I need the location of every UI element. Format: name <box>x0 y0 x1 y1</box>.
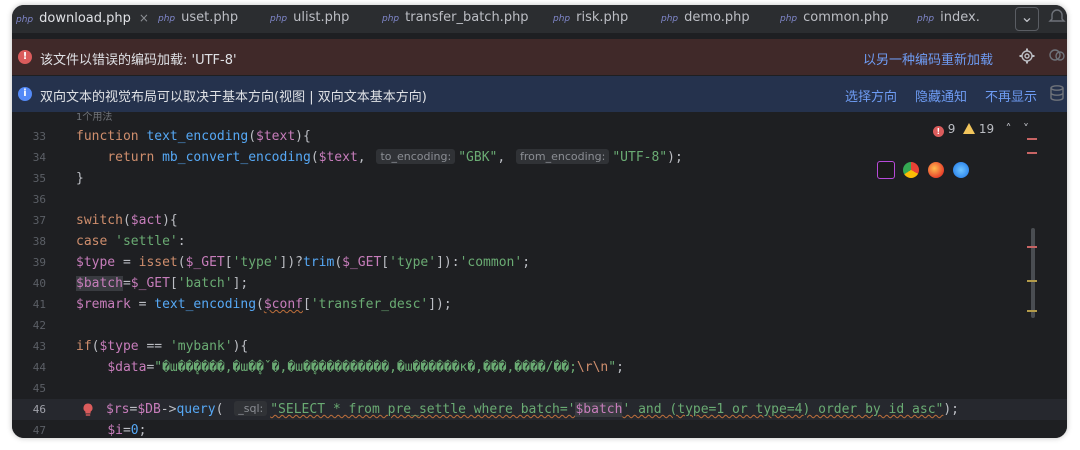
code-text: $batch=$_GET['batch']; <box>76 276 249 291</box>
php-file-icon: php <box>917 14 935 24</box>
param-hint: _sql: <box>234 401 268 416</box>
code-text: $data="�ա��ܷ����,�ա�ܷ�ˇ�,�ա�ܷ����������,… <box>107 360 624 375</box>
line-number: 44 <box>32 361 46 374</box>
code-text: $remark = text_encoding($conf['transfer_… <box>76 297 452 312</box>
tab-transfer-batch-php[interactable]: php transfer_batch.php <box>382 5 529 33</box>
line-number: 38 <box>32 235 46 248</box>
line-number: 40 <box>32 277 46 290</box>
line-number: 36 <box>32 193 46 206</box>
tab-label: common.php <box>803 10 889 25</box>
editor-tab-bar: php download.php × php uset.php php ulist.ph… <box>12 5 1067 34</box>
line-number: 33 <box>32 130 46 143</box>
tab-label: ulist.php <box>293 10 350 25</box>
code-line: 37 switch($act){ <box>12 210 1067 231</box>
encoding-error-banner: ! 该文件以错误的编码加载: 'UTF-8' 以另一种编码重新加载 <box>12 39 1067 75</box>
code-line: 47 $i=0; <box>12 420 1067 438</box>
error-marker[interactable] <box>1027 138 1037 140</box>
line-number: 42 <box>32 319 46 332</box>
code-line: 38 case 'settle': <box>12 231 1067 252</box>
tab-label: download.php <box>39 11 131 26</box>
usage-hint[interactable]: 1个用法 <box>76 112 112 124</box>
info-icon: i <box>18 87 32 101</box>
code-text: if($type == 'mybank'){ <box>76 339 249 354</box>
error-banner-text: 该文件以错误的编码加载: 'UTF-8' <box>40 53 237 68</box>
code-text: case 'settle': <box>76 234 186 249</box>
dont-show-again-link[interactable]: 不再显示 <box>985 86 1037 105</box>
param-hint: from_encoding: <box>516 149 610 164</box>
param-hint: to_encoding: <box>376 149 456 164</box>
database-icon[interactable] <box>1048 84 1066 102</box>
ai-assistant-icon[interactable] <box>1048 46 1066 64</box>
line-number: 39 <box>32 256 46 269</box>
tab-uset-php[interactable]: php uset.php <box>158 5 238 33</box>
code-line: 36 <box>12 189 1067 210</box>
error-marker[interactable] <box>1027 152 1037 154</box>
scrollbar-thumb[interactable] <box>1031 228 1035 318</box>
php-file-icon: php <box>158 14 176 24</box>
bidi-info-banner: i 双向文本的视觉布局可以取决于基本方向(视图 | 双向文本基本方向) 选择方向… <box>12 76 1067 112</box>
tab-label: uset.php <box>181 10 239 25</box>
editor-scrollbar[interactable] <box>1027 112 1037 438</box>
reload-encoding-link[interactable]: 以另一种编码重新加载 <box>863 49 993 68</box>
line-number: 35 <box>32 172 46 185</box>
php-file-icon: php <box>382 14 400 24</box>
code-text: } <box>76 171 84 186</box>
warning-marker[interactable] <box>1027 280 1037 282</box>
code-editor[interactable]: 1个用法 ! 9 19 ˄ ˅ 33 function text_encodin… <box>12 112 1067 438</box>
line-number: 34 <box>32 151 46 164</box>
hide-notification-link[interactable]: 隐藏通知 <box>915 86 967 105</box>
error-icon: ! <box>18 50 32 64</box>
tab-label: demo.php <box>684 10 750 25</box>
right-tool-rail <box>1040 0 1080 450</box>
php-file-icon: php <box>270 14 288 24</box>
code-line: 42 <box>12 315 1067 336</box>
code-line: 45 <box>12 378 1067 399</box>
error-marker[interactable] <box>1027 246 1037 248</box>
code-line: 35 } <box>12 168 1067 189</box>
code-text: $i=0; <box>107 423 147 438</box>
code-line: 40 $batch=$_GET['batch']; <box>12 273 1067 294</box>
code-line: 44 $data="�ա��ܷ����,�ա�ܷ�ˇ�,�ա�ܷ��������… <box>12 357 1067 378</box>
warning-marker[interactable] <box>1027 310 1037 312</box>
code-text: switch($act){ <box>76 213 178 228</box>
php-file-icon: php <box>553 14 571 24</box>
line-number: 37 <box>32 214 46 227</box>
php-file-icon: php <box>16 15 34 25</box>
notifications-bell-icon[interactable] <box>1048 8 1066 26</box>
tab-label: transfer_batch.php <box>405 10 529 25</box>
info-banner-text: 双向文本的视觉布局可以取决于基本方向(视图 | 双向文本基本方向) <box>40 90 427 105</box>
code-line-current: 46 $rs=$DB->query( _sql: "SELECT * from p… <box>12 399 1067 420</box>
line-number: 43 <box>32 340 46 353</box>
php-file-icon: php <box>780 14 798 24</box>
line-number: 45 <box>32 382 46 395</box>
gear-icon[interactable] <box>1019 48 1035 64</box>
code-line: 34 return mb_convert_encoding($text, to_… <box>12 147 1067 168</box>
tab-label: index. <box>940 10 980 25</box>
tab-index-php[interactable]: php index. <box>917 5 980 33</box>
tab-label: risk.php <box>576 10 629 25</box>
lightbulb-error-icon[interactable] <box>82 403 94 417</box>
close-icon[interactable]: × <box>139 11 149 25</box>
line-number: 46 <box>32 403 46 416</box>
code-text: $type = isset($_GET['type'])?trim($_GET[… <box>76 255 531 270</box>
code-line: 39 $type = isset($_GET['type'])?trim($_G… <box>12 252 1067 273</box>
code-text: $rs=$DB->query( _sql: "SELECT * from pre_… <box>106 401 960 417</box>
tab-common-php[interactable]: php common.php <box>780 5 889 33</box>
line-number: 47 <box>32 424 46 437</box>
choose-direction-link[interactable]: 选择方向 <box>845 86 897 105</box>
tab-risk-php[interactable]: php risk.php <box>553 5 628 33</box>
code-line: 33 function text_encoding($text){ <box>12 126 1067 147</box>
code-text: function text_encoding($text){ <box>76 129 311 144</box>
tab-demo-php[interactable]: php demo.php <box>661 5 750 33</box>
line-number: 41 <box>32 298 46 311</box>
code-text: return mb_convert_encoding($text, to_enc… <box>107 149 683 165</box>
tab-ulist-php[interactable]: php ulist.php <box>270 5 349 33</box>
code-line: 41 $remark = text_encoding($conf['transf… <box>12 294 1067 315</box>
tab-download-php[interactable]: php download.php × <box>16 5 149 33</box>
code-line: 43 if($type == 'mybank'){ <box>12 336 1067 357</box>
tab-overflow-chevron-icon[interactable]: ⌄ <box>1015 7 1039 31</box>
php-file-icon: php <box>661 14 679 24</box>
ide-window: php download.php × php uset.php php ulist.ph… <box>12 5 1067 438</box>
